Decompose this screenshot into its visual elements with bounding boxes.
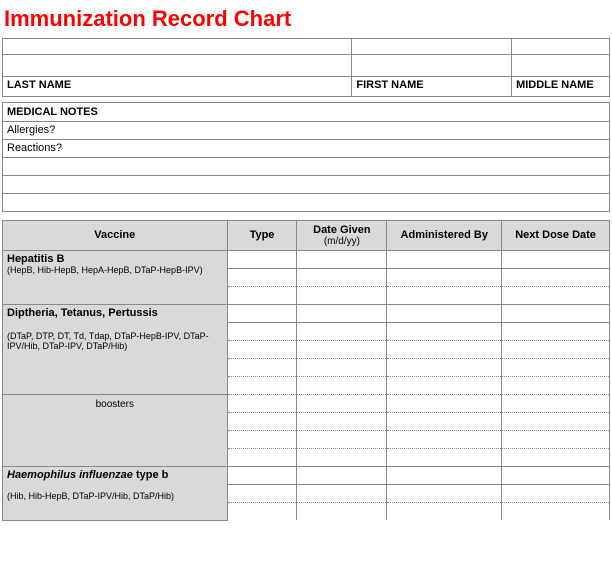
cell[interactable] <box>387 340 502 358</box>
cell[interactable] <box>387 484 502 502</box>
col-type: Type <box>227 220 297 250</box>
cell[interactable] <box>502 412 610 430</box>
medical-notes-table: MEDICAL NOTES Allergies? Reactions? <box>2 96 610 212</box>
table-row: Diptheria, Tetanus, Pertussis (DTaP, DTP… <box>3 304 610 322</box>
last-name-header: LAST NAME <box>3 77 352 97</box>
cell[interactable] <box>387 250 502 268</box>
cell[interactable] <box>502 394 610 412</box>
cell[interactable] <box>387 466 502 484</box>
cell[interactable] <box>227 304 297 322</box>
cell[interactable] <box>387 322 502 340</box>
blank-cell <box>3 39 352 55</box>
cell[interactable] <box>387 304 502 322</box>
cell[interactable] <box>297 250 387 268</box>
cell[interactable] <box>227 286 297 304</box>
cell[interactable] <box>227 358 297 376</box>
cell[interactable] <box>227 394 297 412</box>
cell[interactable] <box>502 430 610 448</box>
cell[interactable] <box>502 484 610 502</box>
vaccine-table: Vaccine Type Date Given(m/d/yy) Administ… <box>2 220 610 521</box>
col-next: Next Dose Date <box>502 220 610 250</box>
cell[interactable] <box>387 376 502 394</box>
table-row: boosters <box>3 394 610 412</box>
cell[interactable] <box>502 268 610 286</box>
first-name-header: FIRST NAME <box>352 77 512 97</box>
medical-notes-header: MEDICAL NOTES <box>3 102 610 121</box>
cell[interactable] <box>297 412 387 430</box>
cell[interactable] <box>502 376 610 394</box>
cell[interactable] <box>227 448 297 466</box>
cell[interactable] <box>227 340 297 358</box>
cell[interactable] <box>297 394 387 412</box>
table-row: Hepatitis B (HepB, Hib-HepB, HepA-HepB, … <box>3 250 610 268</box>
name-table: LAST NAME FIRST NAME MIDDLE NAME <box>2 38 610 97</box>
col-admin: Administered By <box>387 220 502 250</box>
notes-row[interactable]: Allergies? <box>3 121 610 139</box>
middle-name-header: MIDDLE NAME <box>512 77 610 97</box>
cell[interactable] <box>502 502 610 520</box>
vaccine-name-dtp: Diptheria, Tetanus, Pertussis (DTaP, DTP… <box>3 304 228 394</box>
cell[interactable] <box>502 466 610 484</box>
cell[interactable] <box>502 358 610 376</box>
cell[interactable] <box>227 502 297 520</box>
cell[interactable] <box>502 304 610 322</box>
cell[interactable] <box>502 322 610 340</box>
cell[interactable] <box>297 448 387 466</box>
cell[interactable] <box>297 322 387 340</box>
cell[interactable] <box>387 268 502 286</box>
blank-cell <box>352 39 512 55</box>
cell[interactable] <box>297 430 387 448</box>
input-cell[interactable] <box>352 55 512 77</box>
cell[interactable] <box>387 430 502 448</box>
notes-row[interactable]: Reactions? <box>3 139 610 157</box>
cell[interactable] <box>387 286 502 304</box>
notes-row[interactable] <box>3 175 610 193</box>
cell[interactable] <box>387 448 502 466</box>
cell[interactable] <box>387 502 502 520</box>
cell[interactable] <box>297 466 387 484</box>
cell[interactable] <box>297 502 387 520</box>
input-cell[interactable] <box>512 55 610 77</box>
cell[interactable] <box>387 394 502 412</box>
cell[interactable] <box>502 286 610 304</box>
blank-cell <box>512 39 610 55</box>
cell[interactable] <box>297 286 387 304</box>
cell[interactable] <box>227 268 297 286</box>
notes-row[interactable] <box>3 193 610 211</box>
vaccine-name-hib: Haemophilus influenzae type b (Hib, Hib-… <box>3 466 228 520</box>
cell[interactable] <box>297 358 387 376</box>
cell[interactable] <box>387 358 502 376</box>
input-cell[interactable] <box>3 55 352 77</box>
col-date: Date Given(m/d/yy) <box>297 220 387 250</box>
cell[interactable] <box>387 412 502 430</box>
cell[interactable] <box>227 250 297 268</box>
cell[interactable] <box>227 412 297 430</box>
table-row: Haemophilus influenzae type b (Hib, Hib-… <box>3 466 610 484</box>
col-vaccine: Vaccine <box>3 220 228 250</box>
cell[interactable] <box>227 376 297 394</box>
cell[interactable] <box>227 466 297 484</box>
notes-row[interactable] <box>3 157 610 175</box>
cell[interactable] <box>502 250 610 268</box>
cell[interactable] <box>227 322 297 340</box>
boosters-label: boosters <box>3 394 228 466</box>
page-title: Immunization Record Chart <box>2 2 610 38</box>
cell[interactable] <box>227 484 297 502</box>
cell[interactable] <box>297 304 387 322</box>
cell[interactable] <box>502 340 610 358</box>
vaccine-name-hepb: Hepatitis B (HepB, Hib-HepB, HepA-HepB, … <box>3 250 228 304</box>
vaccine-header-row: Vaccine Type Date Given(m/d/yy) Administ… <box>3 220 610 250</box>
cell[interactable] <box>297 268 387 286</box>
cell[interactable] <box>297 484 387 502</box>
cell[interactable] <box>297 376 387 394</box>
cell[interactable] <box>227 430 297 448</box>
cell[interactable] <box>502 448 610 466</box>
cell[interactable] <box>297 340 387 358</box>
